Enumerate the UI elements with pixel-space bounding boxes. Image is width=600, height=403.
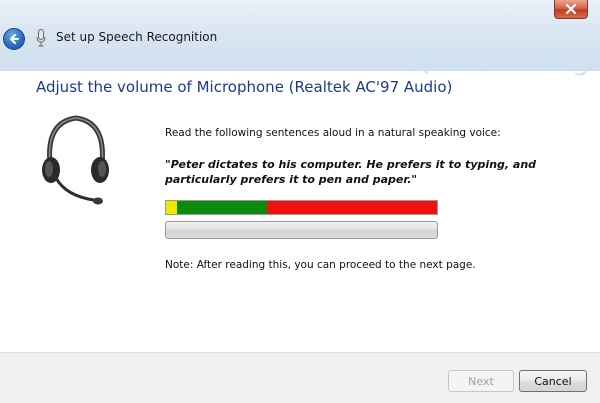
cancel-button[interactable]: Cancel xyxy=(519,370,587,392)
window-title: Set up Speech Recognition xyxy=(56,30,218,44)
close-button[interactable] xyxy=(554,0,588,19)
footer-bar: Next Cancel xyxy=(0,352,600,403)
speech-setup-window: Set up Speech Recognition Quantrimang Ad… xyxy=(0,0,600,403)
back-button[interactable] xyxy=(3,28,25,50)
title-bar: Set up Speech Recognition xyxy=(0,0,600,71)
level-segment-green xyxy=(177,201,267,214)
level-segment-yellow xyxy=(166,201,177,214)
instruction-text: Read the following sentences aloud in a … xyxy=(165,127,501,139)
sentence-to-read: "Peter dictates to his computer. He pref… xyxy=(165,158,537,186)
level-segment-red xyxy=(267,201,437,214)
note-text: Note: After reading this, you can procee… xyxy=(165,259,476,271)
back-arrow-icon xyxy=(10,34,19,44)
close-icon xyxy=(565,4,577,14)
volume-level-meter xyxy=(165,200,438,215)
next-button[interactable]: Next xyxy=(448,370,514,392)
microphone-icon xyxy=(36,29,46,47)
headset-icon xyxy=(42,115,109,205)
reading-progress-bar xyxy=(165,221,438,239)
page-heading: Adjust the volume of Microphone (Realtek… xyxy=(36,78,453,96)
